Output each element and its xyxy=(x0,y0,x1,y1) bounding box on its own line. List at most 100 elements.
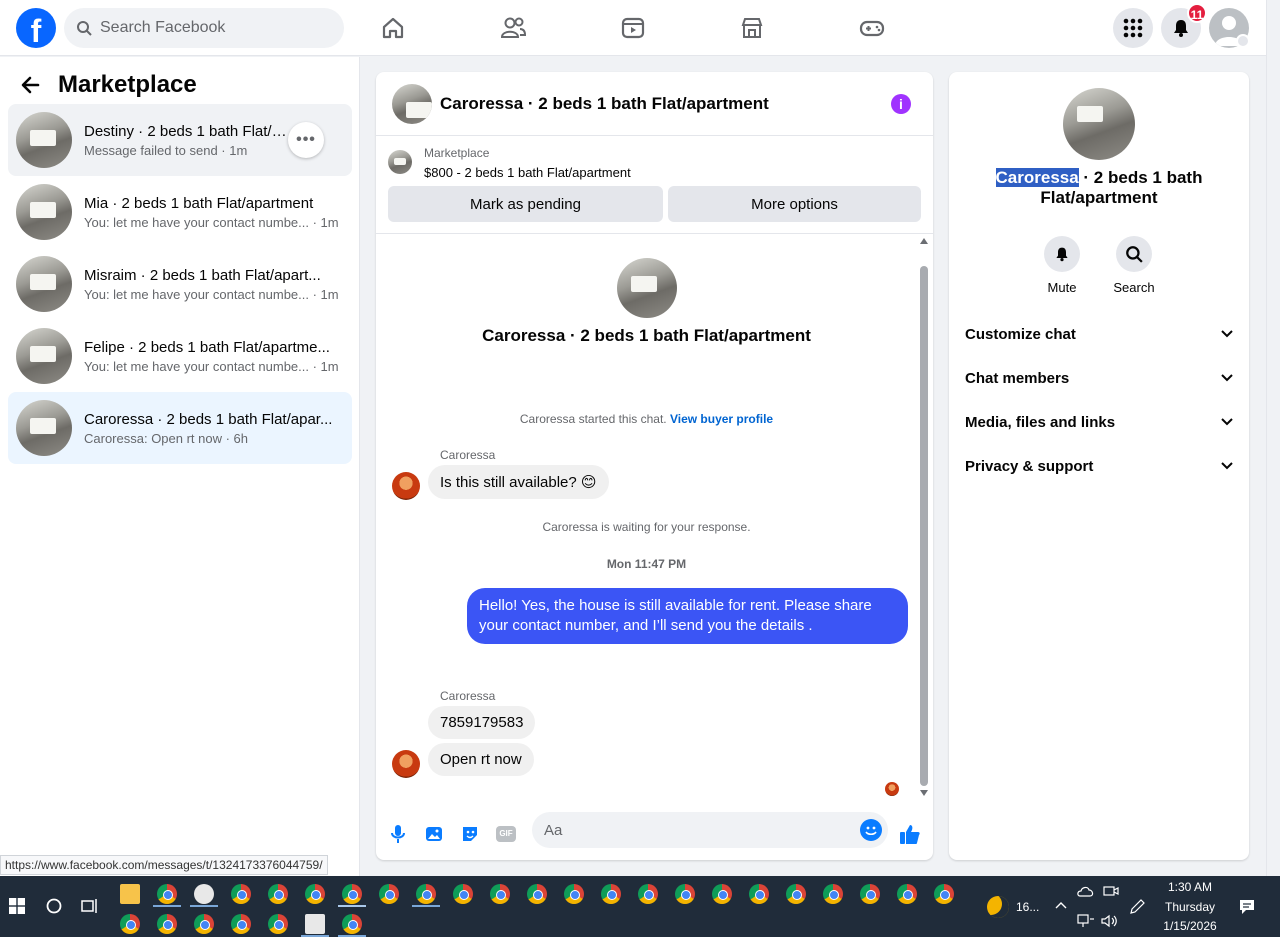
chrome-icon[interactable] xyxy=(934,884,954,904)
chrome-icon[interactable] xyxy=(490,884,510,904)
chrome-icon[interactable] xyxy=(897,884,917,904)
sender-avatar[interactable] xyxy=(392,750,420,778)
windows-start-icon[interactable] xyxy=(9,898,25,914)
chat-scrollbar[interactable] xyxy=(919,238,929,796)
meet-now-icon[interactable] xyxy=(1103,884,1119,898)
photo-icon[interactable] xyxy=(420,820,448,848)
chrome-icon[interactable] xyxy=(786,884,806,904)
cortana-search-icon[interactable] xyxy=(46,898,62,914)
conversation-item-active[interactable]: Caroressa · 2 beds 1 bath Flat/apar... C… xyxy=(8,392,352,464)
video-editor-icon[interactable] xyxy=(305,914,325,934)
video-icon[interactable] xyxy=(613,10,653,46)
gif-icon[interactable]: GIF xyxy=(492,820,520,848)
app-icon[interactable] xyxy=(194,884,214,904)
conversation-item[interactable]: Misraim · 2 beds 1 bath Flat/apart... Yo… xyxy=(8,248,352,320)
chrome-icon[interactable] xyxy=(231,914,251,934)
home-icon[interactable] xyxy=(373,10,413,46)
notification-center-icon[interactable] xyxy=(1238,898,1256,916)
chrome-icon[interactable] xyxy=(453,884,473,904)
incoming-message[interactable]: Is this still available? 😊 xyxy=(428,465,609,499)
search-box[interactable] xyxy=(64,8,344,48)
friends-icon[interactable] xyxy=(493,10,533,46)
scroll-thumb[interactable] xyxy=(920,266,928,786)
more-options-button[interactable]: ••• xyxy=(288,122,324,158)
clock-time[interactable]: 1:30 AM xyxy=(1158,880,1222,894)
chat-members-section[interactable]: Chat members xyxy=(965,356,1233,400)
weather-text[interactable]: 16... xyxy=(1016,900,1039,914)
sticker-icon[interactable] xyxy=(456,820,484,848)
incoming-message[interactable]: 7859179583 xyxy=(428,706,536,739)
menu-grid-button[interactable] xyxy=(1113,8,1153,48)
profile-image[interactable] xyxy=(1063,88,1135,160)
back-arrow-icon[interactable] xyxy=(20,75,40,95)
chrome-icon[interactable] xyxy=(601,884,621,904)
chrome-icon[interactable] xyxy=(416,884,436,904)
chrome-icon[interactable] xyxy=(823,884,843,904)
scroll-down-icon[interactable] xyxy=(920,790,928,796)
chrome-icon[interactable] xyxy=(157,884,177,904)
page-scrollbar[interactable] xyxy=(1266,0,1280,876)
view-buyer-profile-link[interactable]: View buyer profile xyxy=(670,412,773,426)
conversation-item[interactable]: Felipe · 2 beds 1 bath Flat/apartme... Y… xyxy=(8,320,352,392)
chrome-icon[interactable] xyxy=(120,914,140,934)
chrome-icon[interactable] xyxy=(379,884,399,904)
mute-action[interactable]: Mute xyxy=(1032,236,1092,295)
search-icon[interactable] xyxy=(1116,236,1152,272)
chrome-icon[interactable] xyxy=(342,884,362,904)
media-files-links-section[interactable]: Media, files and links xyxy=(965,400,1233,444)
search-action[interactable]: Search xyxy=(1104,236,1164,295)
privacy-support-section[interactable]: Privacy & support xyxy=(965,444,1233,488)
network-icon[interactable] xyxy=(1077,914,1095,928)
onedrive-icon[interactable] xyxy=(1077,884,1095,898)
chrome-icon[interactable] xyxy=(342,914,362,934)
mark-as-pending-button[interactable]: Mark as pending xyxy=(388,186,663,222)
clock-date[interactable]: 1/15/2026 xyxy=(1158,919,1222,933)
chrome-icon[interactable] xyxy=(268,914,288,934)
chrome-icon[interactable] xyxy=(860,884,880,904)
outgoing-message[interactable]: Hello! Yes, the house is still available… xyxy=(467,588,908,644)
conversation-item[interactable]: Mia · 2 beds 1 bath Flat/apartment You: … xyxy=(8,176,352,248)
facebook-logo[interactable]: f xyxy=(16,8,56,48)
chat-started-notice: Caroressa started this chat. View buyer … xyxy=(376,412,917,426)
message-input[interactable] xyxy=(544,821,844,839)
search-input[interactable] xyxy=(100,19,320,37)
chrome-icon[interactable] xyxy=(564,884,584,904)
incoming-message[interactable]: Open rt now xyxy=(428,743,534,776)
account-chevron-icon[interactable] xyxy=(1236,34,1250,48)
notifications-button[interactable]: 11 xyxy=(1161,3,1207,48)
pen-icon[interactable] xyxy=(1128,898,1146,916)
emoji-icon[interactable] xyxy=(860,819,882,841)
chrome-icon[interactable] xyxy=(749,884,769,904)
message-input-box[interactable] xyxy=(532,812,888,848)
bell-icon[interactable] xyxy=(1044,236,1080,272)
volume-icon[interactable] xyxy=(1101,914,1119,928)
chrome-icon[interactable] xyxy=(527,884,547,904)
task-view-icon[interactable] xyxy=(81,898,99,914)
microphone-icon[interactable] xyxy=(384,820,412,848)
waiting-notice: Caroressa is waiting for your response. xyxy=(542,520,751,534)
moon-weather-icon[interactable] xyxy=(987,896,1009,918)
conversation-item[interactable]: Destiny · 2 beds 1 bath Flat/apartment M… xyxy=(8,104,352,176)
chrome-icon[interactable] xyxy=(194,914,214,934)
chevron-up-icon[interactable] xyxy=(1055,901,1067,909)
clock-day[interactable]: Thursday xyxy=(1158,900,1222,914)
scroll-up-icon[interactable] xyxy=(920,238,928,244)
more-options-button[interactable]: More options xyxy=(668,186,921,222)
marketplace-icon[interactable] xyxy=(732,10,772,46)
chat-avatar[interactable] xyxy=(392,83,432,124)
chrome-icon[interactable] xyxy=(638,884,658,904)
chrome-icon[interactable] xyxy=(157,914,177,934)
sender-avatar[interactable] xyxy=(392,472,420,500)
customize-chat-section[interactable]: Customize chat xyxy=(965,312,1233,356)
chat-title[interactable]: Caroressa · 2 beds 1 bath Flat/apartment xyxy=(440,94,769,114)
info-icon[interactable]: i xyxy=(891,94,911,114)
gaming-icon[interactable] xyxy=(852,10,892,46)
listing-price[interactable]: $800 - 2 beds 1 bath Flat/apartment xyxy=(424,165,631,180)
thumbs-up-icon[interactable] xyxy=(896,820,924,848)
chrome-icon[interactable] xyxy=(305,884,325,904)
chrome-icon[interactable] xyxy=(231,884,251,904)
chrome-icon[interactable] xyxy=(712,884,732,904)
chrome-icon[interactable] xyxy=(268,884,288,904)
file-explorer-icon[interactable] xyxy=(120,884,140,904)
chrome-icon[interactable] xyxy=(675,884,695,904)
